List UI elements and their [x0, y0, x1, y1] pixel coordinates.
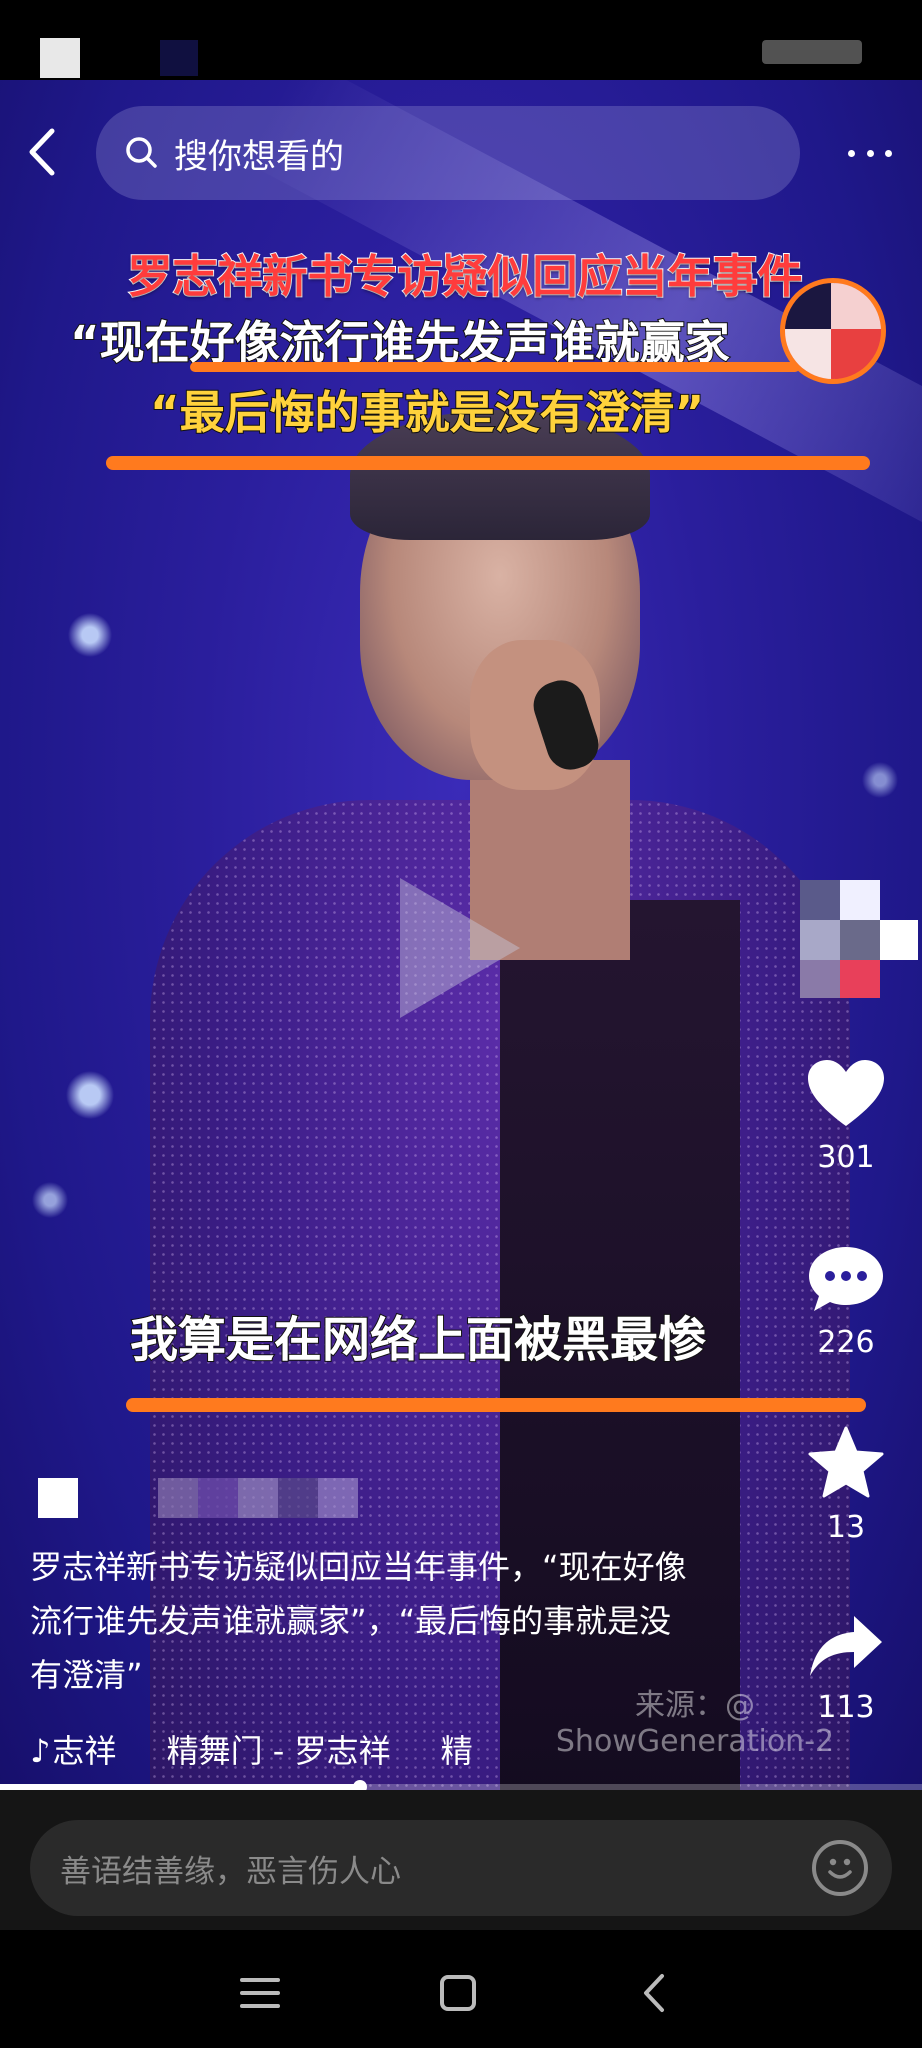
nav-back-button[interactable] [626, 1968, 686, 2018]
search-icon [126, 137, 157, 168]
dot-icon [848, 149, 855, 157]
menu-icon [240, 1978, 280, 2008]
creator-avatar[interactable] [800, 880, 918, 998]
like-button[interactable]: 301 [800, 1058, 892, 1175]
tag-label: 精 [440, 1732, 473, 1770]
highlight-underline [126, 1398, 866, 1412]
tag-chip[interactable]: 精舞门 - 罗志祥 [167, 1726, 391, 1772]
tag-chip[interactable]: 精 [441, 1726, 473, 1772]
play-icon[interactable] [400, 878, 520, 1018]
music-tag[interactable]: ♪志祥 [30, 1726, 116, 1772]
highlight-underline [106, 456, 870, 470]
status-icon [160, 40, 198, 76]
comment-placeholder: 善语结善缘，恶言伤人心 [60, 1853, 401, 1890]
back-arrow-icon [29, 128, 55, 176]
watermark-line: 来源：@ [635, 1688, 755, 1723]
status-icon [40, 38, 80, 78]
status-bar [0, 0, 922, 80]
video-overlay-subtitle: 我算是在网络上面被黑最惨 [129, 1311, 707, 1369]
favorite-count: 13 [826, 1510, 866, 1545]
source-watermark: 来源：@ ShowGeneration-2 [545, 1688, 845, 1760]
back-chevron-icon [644, 1974, 664, 2012]
star-icon [808, 1426, 884, 1498]
tag-label: 志祥 [52, 1732, 117, 1770]
more-options-button[interactable] [848, 138, 892, 168]
emoji-button[interactable] [812, 1840, 868, 1896]
tag-label: 精舞门 - 罗志祥 [166, 1732, 391, 1770]
back-button[interactable] [22, 123, 68, 181]
smiley-icon [828, 1858, 852, 1879]
uploader-name[interactable] [38, 1478, 368, 1518]
dot-icon [866, 149, 874, 157]
tag-row: ♪志祥 精舞门 - 罗志祥 精 [30, 1726, 513, 1772]
comment-count: 226 [817, 1325, 875, 1360]
video-overlay-title: 罗志祥新书专访疑似回应当年事件 [126, 249, 803, 304]
recents-button[interactable] [230, 1968, 290, 2018]
like-count: 301 [817, 1140, 875, 1175]
dot-icon [885, 149, 892, 157]
favorite-button[interactable]: 13 [800, 1424, 892, 1545]
share-arrow-icon [810, 1616, 882, 1676]
search-placeholder: 搜你想看的 [174, 136, 344, 177]
search-bar[interactable]: 搜你想看的 [96, 106, 800, 200]
battery-icon [762, 40, 862, 64]
comment-input[interactable]: 善语结善缘，恶言伤人心 [30, 1820, 892, 1916]
comment-button[interactable]: 226 [800, 1243, 892, 1360]
author-avatar[interactable] [780, 278, 886, 384]
video-caption[interactable]: 罗志祥新书专访疑似回应当年事件，“现在好像流行谁先发声谁就赢家”，“最后悔的事就… [30, 1540, 690, 1702]
home-button[interactable] [428, 1968, 488, 2018]
video-overlay-quote: “最后悔的事就是没有澄清” [149, 385, 705, 440]
heart-icon [808, 1060, 884, 1126]
square-icon [440, 1975, 476, 2011]
highlight-underline [190, 362, 800, 372]
music-note-icon: ♪ [30, 1732, 51, 1770]
watermark-line: ShowGeneration-2 [555, 1724, 835, 1759]
comment-bubble-icon [809, 1247, 883, 1311]
